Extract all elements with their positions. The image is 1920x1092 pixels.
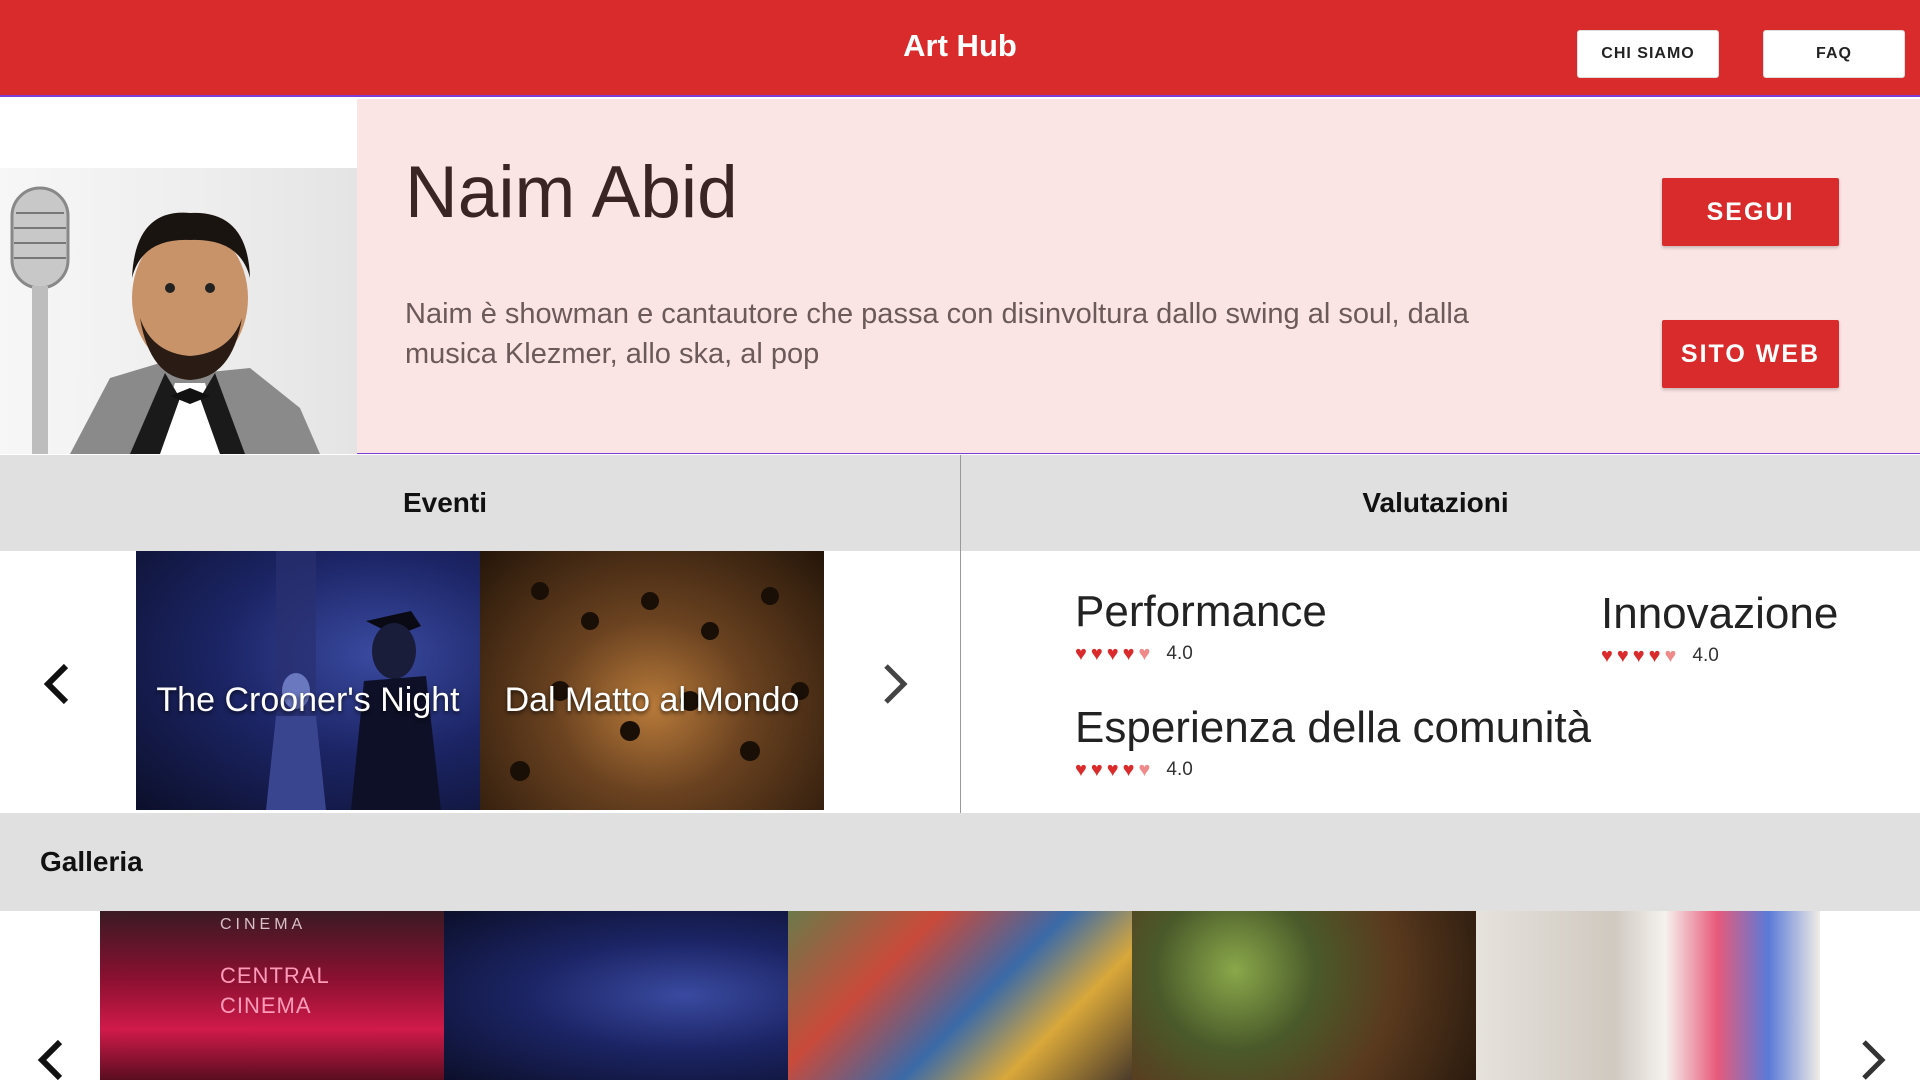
chevron-right-icon[interactable] xyxy=(1858,1028,1888,1092)
heart-rating: ♥ ♥ ♥ ♥ ♥ xyxy=(1601,646,1676,666)
rating-value: 4.0 xyxy=(1166,759,1193,780)
heart-icon: ♥ xyxy=(1075,759,1087,781)
rating-value: 4.0 xyxy=(1692,645,1719,666)
rating-innovazione: Innovazione ♥ ♥ ♥ ♥ ♥ 4.0 xyxy=(1601,589,1838,667)
heart-icon: ♥ xyxy=(1106,759,1119,781)
cinema-neon-text: CENTRAL CINEMA xyxy=(220,963,329,1018)
heart-icon: ♥ xyxy=(1122,643,1135,665)
section-divider xyxy=(960,455,961,813)
chevron-left-icon[interactable] xyxy=(42,652,72,716)
gallery-header: Galleria xyxy=(0,813,1920,911)
rating-label: Esperienza della comunità xyxy=(1075,703,1592,752)
gallery-image[interactable] xyxy=(788,911,1132,1080)
rating-label: Performance xyxy=(1075,587,1327,636)
heart-icon: ♥ xyxy=(1106,643,1119,665)
gallery-image[interactable] xyxy=(444,911,788,1080)
heart-icon: ♥ xyxy=(1075,643,1087,665)
events-header-label: Eventi xyxy=(402,487,488,518)
top-app-bar: Art Hub CHI SIAMO FAQ xyxy=(0,0,1920,97)
gallery-image[interactable] xyxy=(1476,911,1820,1080)
rating-performance: Performance ♥ ♥ ♥ ♥ ♥ 4.0 xyxy=(1075,587,1327,665)
artist-photo xyxy=(0,168,357,454)
heart-icon: ♥ xyxy=(1122,759,1135,781)
website-button[interactable]: SITO WEB xyxy=(1662,320,1839,388)
heart-icon: ♥ xyxy=(1138,643,1151,665)
heart-icon: ♥ xyxy=(1090,643,1103,665)
events-header: Eventi xyxy=(0,455,960,551)
event-title: The Crooner's Night xyxy=(156,681,460,719)
gallery-image[interactable]: CINEMA CENTRAL CINEMA xyxy=(100,911,444,1080)
heart-rating: ♥ ♥ ♥ ♥ ♥ xyxy=(1075,644,1150,664)
rating-label: Innovazione xyxy=(1601,589,1839,638)
event-card[interactable]: Dal Matto al Mondo xyxy=(480,551,824,810)
gallery-header-label: Galleria xyxy=(40,846,143,877)
follow-button[interactable]: SEGUI xyxy=(1662,178,1839,246)
faq-button[interactable]: FAQ xyxy=(1763,30,1905,78)
artist-name: Naim Abid xyxy=(405,152,738,233)
event-title: Dal Matto al Mondo xyxy=(504,681,800,719)
artist-bio: Naim è showman e cantautore che passa co… xyxy=(405,298,1469,370)
heart-icon: ♥ xyxy=(1138,759,1151,781)
heart-icon: ♥ xyxy=(1601,645,1613,667)
cinema-sign-text: CINEMA xyxy=(220,916,307,933)
gallery-image[interactable] xyxy=(1132,911,1476,1080)
rating-esperienza: Esperienza della comunità ♥ ♥ ♥ ♥ ♥ 4.0 xyxy=(1075,703,1591,781)
artist-photo-frame xyxy=(0,99,357,454)
ratings-header-label: Valutazioni xyxy=(1362,487,1509,518)
heart-icon: ♥ xyxy=(1648,645,1661,667)
chevron-right-icon[interactable] xyxy=(880,652,910,716)
chi-siamo-button[interactable]: CHI SIAMO xyxy=(1577,30,1719,78)
heart-rating: ♥ ♥ ♥ ♥ ♥ xyxy=(1075,760,1150,780)
heart-icon: ♥ xyxy=(1632,645,1645,667)
heart-icon: ♥ xyxy=(1664,645,1677,667)
event-card[interactable]: The Crooner's Night xyxy=(136,551,480,810)
heart-icon: ♥ xyxy=(1616,645,1629,667)
ratings-header: Valutazioni xyxy=(961,455,1920,551)
rating-value: 4.0 xyxy=(1166,643,1193,664)
heart-icon: ♥ xyxy=(1090,759,1103,781)
chevron-left-icon[interactable] xyxy=(36,1028,66,1092)
artist-profile: Naim Abid Naim è showman e cantautore ch… xyxy=(0,99,1920,454)
